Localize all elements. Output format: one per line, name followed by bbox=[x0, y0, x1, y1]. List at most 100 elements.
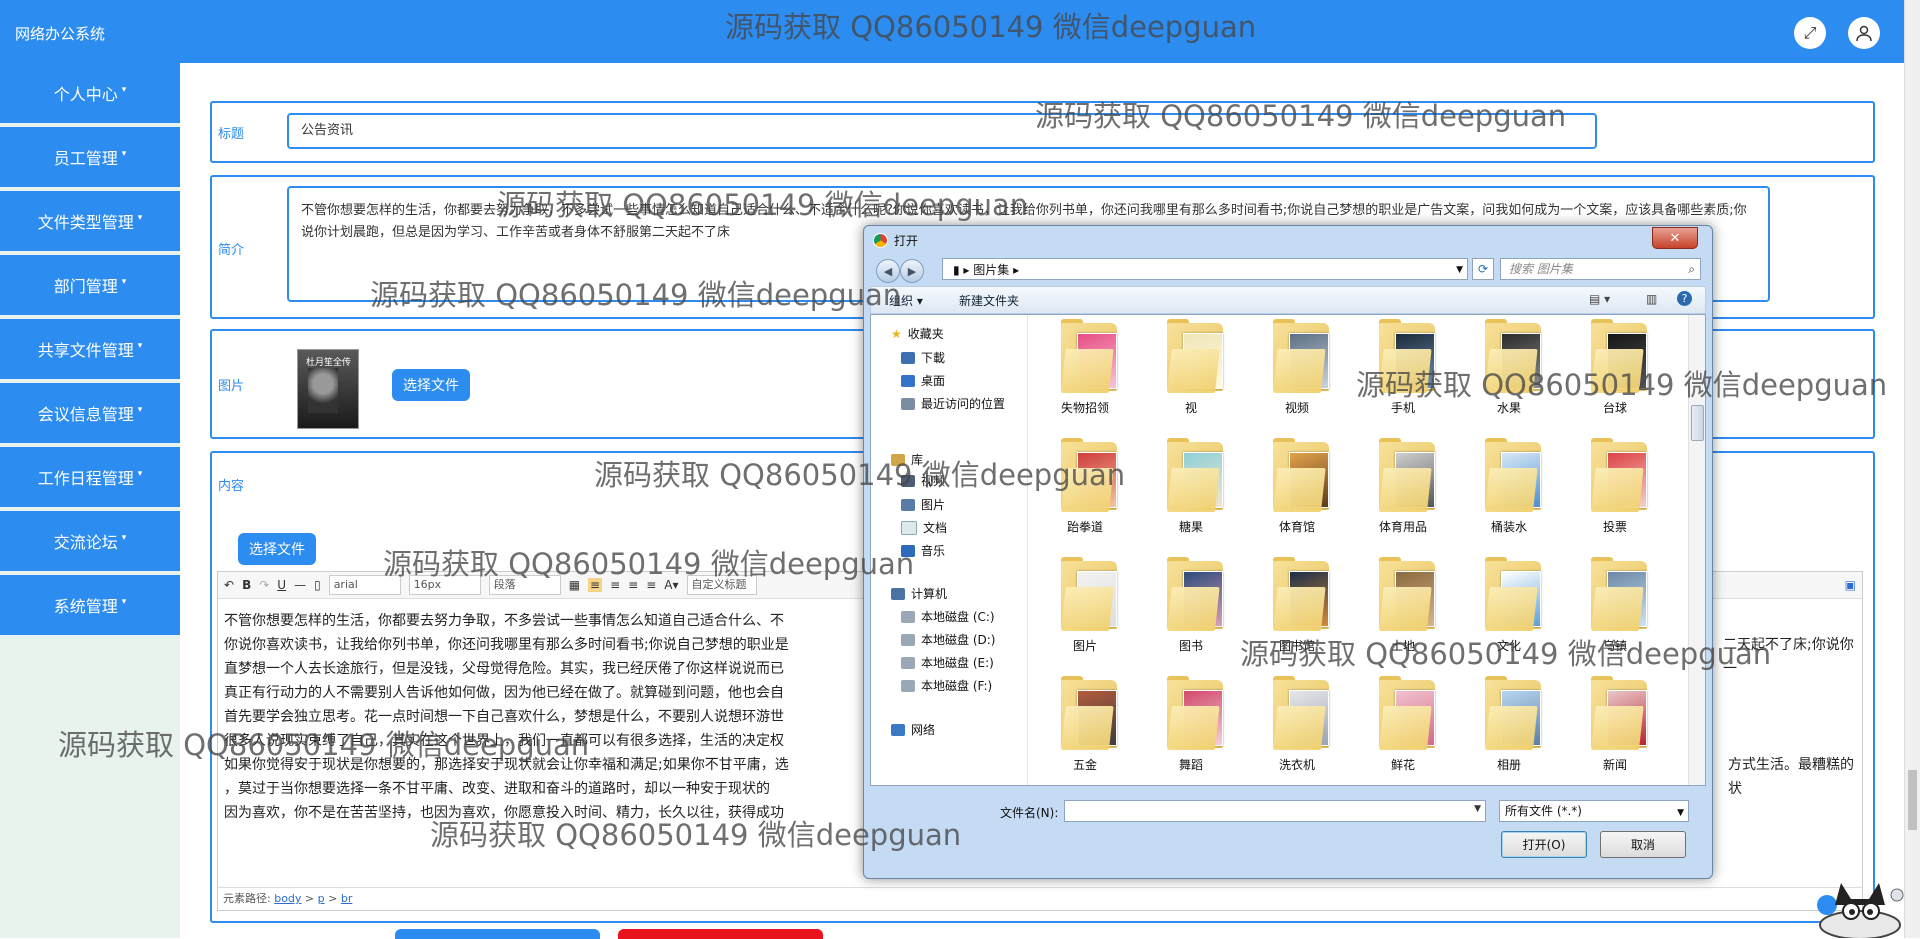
nav-desktop[interactable]: 桌面 bbox=[901, 372, 945, 389]
folder-item[interactable]: 新闻 bbox=[1569, 668, 1661, 785]
underline-icon[interactable]: U bbox=[277, 578, 286, 592]
folder-item[interactable]: 图片 bbox=[1039, 549, 1131, 667]
folder-item[interactable]: 手机 bbox=[1357, 315, 1449, 429]
folder-item[interactable]: 水果 bbox=[1463, 315, 1555, 429]
user-icon[interactable] bbox=[1848, 17, 1880, 49]
expand-icon[interactable]: ⤢ bbox=[1794, 17, 1826, 49]
forward-icon[interactable]: ▶ bbox=[900, 259, 924, 283]
content-choose-file-button[interactable]: 选择文件 bbox=[238, 533, 316, 565]
sidebar-item-file-types[interactable]: 文件类型管理 ▾ bbox=[0, 191, 180, 251]
folder-icon bbox=[1273, 319, 1329, 393]
title-input[interactable]: 公告资讯 bbox=[287, 113, 1597, 149]
folder-item[interactable]: 五金 bbox=[1039, 668, 1131, 785]
nav-disk-d[interactable]: 本地磁盘 (D:) bbox=[901, 631, 995, 648]
help-icon[interactable]: ? bbox=[1677, 291, 1692, 306]
font-size-select[interactable]: 16px bbox=[408, 575, 481, 595]
nav-favorites[interactable]: ★ 收藏夹 bbox=[891, 325, 944, 342]
align-right-icon[interactable]: ≡ bbox=[628, 578, 638, 592]
folder-grid: 失物招领 视 视频 手机 水果 台球跆拳道 糖果 体育馆 体育用品 桶装水 投票图片 图书 图书馆 土地 文… bbox=[1031, 315, 1687, 785]
back-icon[interactable]: ◀ bbox=[876, 259, 900, 283]
preview-pane-icon[interactable]: ▥ bbox=[1646, 292, 1657, 306]
nav-pictures[interactable]: 图片 bbox=[901, 496, 945, 513]
font-color-icon[interactable]: A▾ bbox=[664, 578, 678, 592]
folder-item[interactable]: 糖果 bbox=[1145, 430, 1237, 548]
table-icon[interactable]: ▦ bbox=[569, 578, 580, 592]
path-p-link[interactable]: p bbox=[318, 892, 325, 905]
folder-icon bbox=[1485, 319, 1541, 393]
paragraph-select[interactable]: 段落 bbox=[488, 575, 561, 595]
nav-video[interactable]: 视频 bbox=[901, 472, 945, 489]
nav-music[interactable]: 音乐 bbox=[901, 542, 945, 559]
nav-disk-c[interactable]: 本地磁盘 (C:) bbox=[901, 608, 995, 625]
nav-disk-f[interactable]: 本地磁盘 (F:) bbox=[901, 677, 992, 694]
page-icon[interactable]: ▯ bbox=[314, 578, 321, 592]
search-input[interactable]: 搜索 图片集 ⌕ bbox=[1500, 258, 1701, 280]
nav-library[interactable]: 库 bbox=[891, 451, 923, 468]
sidebar-item-shared-files[interactable]: 共享文件管理 ▾ bbox=[0, 319, 180, 379]
source-icon[interactable]: ▣ bbox=[1845, 578, 1856, 592]
search-icon[interactable]: ⌕ bbox=[1688, 259, 1695, 279]
sidebar-item-personal-center[interactable]: 个人中心 ▾ bbox=[0, 63, 180, 123]
folder-label: 图书馆 bbox=[1278, 639, 1315, 653]
view-options-icon[interactable]: ▤ ▾ bbox=[1589, 292, 1610, 306]
address-bar[interactable]: ▮ ▸ 图片集 ▸ ▼ bbox=[942, 258, 1468, 280]
nav-disk-e[interactable]: 本地磁盘 (E:) bbox=[901, 654, 994, 671]
sidebar-item-forum[interactable]: 交流论坛 ▾ bbox=[0, 511, 180, 571]
font-family-select[interactable]: arial bbox=[328, 575, 401, 595]
folder-item[interactable]: 体育用品 bbox=[1357, 430, 1449, 548]
folder-item[interactable]: 台球 bbox=[1569, 315, 1661, 429]
custom-title-select[interactable]: 自定义标题 bbox=[686, 575, 757, 595]
sidebar-item-employees[interactable]: 员工管理 ▾ bbox=[0, 127, 180, 187]
folder-item[interactable]: 失物招领 bbox=[1039, 315, 1131, 429]
undo-icon[interactable]: ↶ bbox=[224, 578, 234, 592]
path-br-link[interactable]: br bbox=[341, 892, 353, 905]
page-scrollbar[interactable] bbox=[1904, 0, 1920, 938]
align-left-icon[interactable]: ≡ bbox=[588, 578, 603, 592]
bold-icon[interactable]: B bbox=[242, 578, 251, 592]
folder-icon bbox=[1591, 438, 1647, 512]
folder-item[interactable]: 洗衣机 bbox=[1251, 668, 1343, 785]
folder-label: 新闻 bbox=[1602, 758, 1627, 772]
align-center-icon[interactable]: ≡ bbox=[610, 578, 620, 592]
horizontal-rule-icon[interactable]: — bbox=[294, 578, 306, 592]
refresh-icon[interactable]: ⟳ bbox=[1472, 258, 1494, 280]
nav-recent[interactable]: 最近访问的位置 bbox=[901, 395, 1005, 412]
nav-documents[interactable]: 文档 bbox=[901, 519, 947, 536]
nav-download[interactable]: 下載 bbox=[901, 349, 945, 366]
folder-item[interactable]: 跆拳道 bbox=[1039, 430, 1131, 548]
filename-input[interactable]: ▼ bbox=[1064, 800, 1486, 822]
new-folder-button[interactable]: 新建文件夹 bbox=[959, 292, 1019, 309]
folder-item[interactable]: 乌镇 bbox=[1569, 549, 1661, 667]
sidebar-item-departments[interactable]: 部门管理 ▾ bbox=[0, 255, 180, 315]
folder-item[interactable]: 相册 bbox=[1463, 668, 1555, 785]
path-body-link[interactable]: body bbox=[274, 892, 301, 905]
filetype-select[interactable]: 所有文件 (*.*) ▼ bbox=[1499, 800, 1689, 822]
folder-scrollbar[interactable] bbox=[1688, 315, 1705, 785]
folder-item[interactable]: 土地 bbox=[1357, 549, 1449, 667]
sidebar-item-meetings[interactable]: 会议信息管理 ▾ bbox=[0, 383, 180, 443]
choose-image-button[interactable]: 选择文件 bbox=[392, 369, 470, 401]
folder-item[interactable]: 桶装水 bbox=[1463, 430, 1555, 548]
nav-network[interactable]: 网络 bbox=[891, 721, 935, 738]
justify-icon[interactable]: ≡ bbox=[646, 578, 656, 592]
folder-item[interactable]: 视 bbox=[1145, 315, 1237, 429]
folder-item[interactable]: 图书 bbox=[1145, 549, 1237, 667]
folder-item[interactable]: 投票 bbox=[1569, 430, 1661, 548]
sidebar-item-schedule[interactable]: 工作日程管理 ▾ bbox=[0, 447, 180, 507]
open-button[interactable]: 打开(O) bbox=[1501, 831, 1587, 858]
nav-computer[interactable]: 计算机 bbox=[891, 585, 947, 602]
folder-item[interactable]: 体育馆 bbox=[1251, 430, 1343, 548]
folder-item[interactable]: 文化 bbox=[1463, 549, 1555, 667]
folder-item[interactable]: 舞蹈 bbox=[1145, 668, 1237, 785]
close-icon[interactable]: ✕ bbox=[1652, 227, 1698, 249]
redo-icon[interactable]: ↷ bbox=[259, 578, 269, 592]
chevron-down-icon[interactable]: ▼ bbox=[1474, 804, 1481, 814]
organize-menu[interactable]: 组织 ▾ bbox=[889, 292, 923, 309]
sidebar-item-system[interactable]: 系统管理 ▾ bbox=[0, 575, 180, 635]
folder-item[interactable]: 图书馆 bbox=[1251, 549, 1343, 667]
folder-item[interactable]: 视频 bbox=[1251, 315, 1343, 429]
folder-label: 桶装水 bbox=[1490, 520, 1527, 534]
cancel-button[interactable]: 取消 bbox=[1600, 831, 1686, 858]
folder-item[interactable]: 鲜花 bbox=[1357, 668, 1449, 785]
dialog-title: 打开 bbox=[894, 234, 919, 248]
